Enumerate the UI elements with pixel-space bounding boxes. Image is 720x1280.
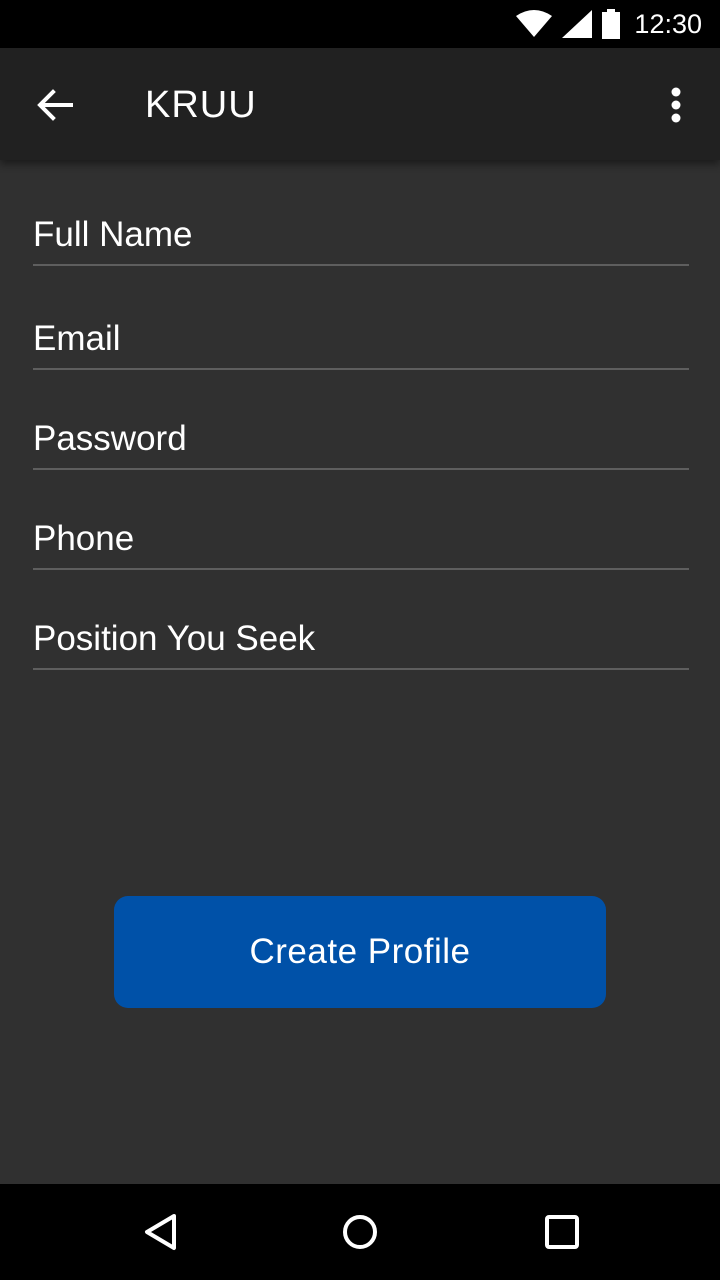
wifi-icon	[516, 10, 553, 38]
full-name-field[interactable]	[33, 210, 689, 266]
nav-back-button[interactable]	[130, 1202, 190, 1262]
battery-icon	[602, 9, 621, 39]
clock-time: 12:30	[634, 8, 702, 39]
arrow-left-icon	[37, 89, 73, 121]
nav-recents-button[interactable]	[532, 1202, 592, 1262]
back-button[interactable]	[28, 78, 82, 132]
signal-icon	[562, 10, 593, 38]
phone-field[interactable]	[33, 514, 689, 570]
status-bar: 12:30	[0, 0, 720, 48]
app-bar: KRUU	[0, 48, 720, 160]
create-profile-button[interactable]: Create Profile	[114, 896, 606, 1008]
email-field[interactable]	[33, 314, 689, 370]
position-field[interactable]	[33, 614, 689, 670]
overflow-menu-button[interactable]	[654, 78, 698, 132]
recents-square-icon	[545, 1215, 579, 1249]
app-title: KRUU	[145, 84, 257, 126]
password-field[interactable]	[33, 414, 689, 470]
home-circle-icon	[343, 1215, 377, 1249]
nav-home-button[interactable]	[330, 1202, 390, 1262]
system-nav-bar	[0, 1184, 720, 1280]
more-vert-icon	[671, 87, 681, 123]
back-triangle-icon	[145, 1214, 176, 1250]
